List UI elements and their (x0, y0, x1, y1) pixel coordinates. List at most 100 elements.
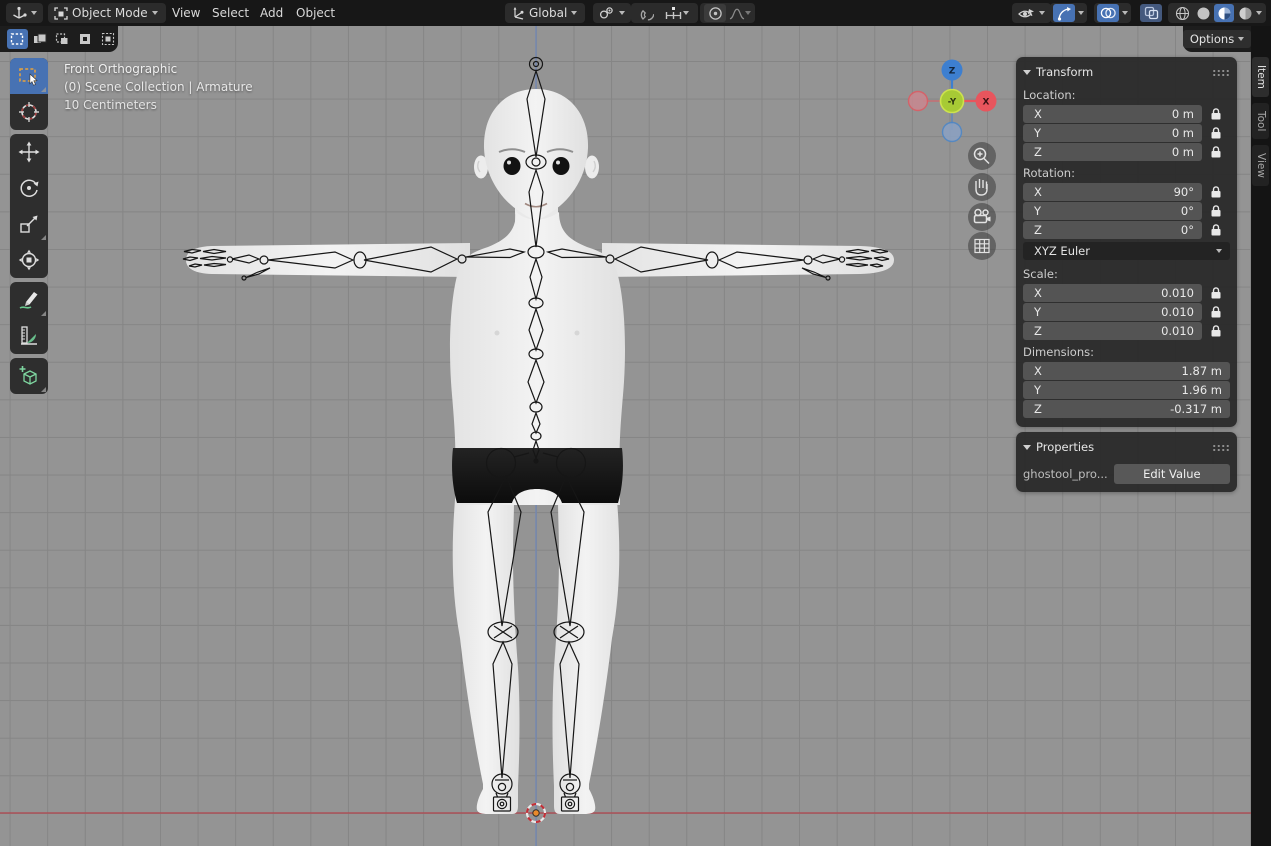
tab-view[interactable]: View (1252, 145, 1269, 186)
overlays-dropdown[interactable] (1122, 11, 1128, 15)
svg-text:-Y: -Y (948, 98, 957, 108)
menu-object[interactable]: Object (288, 0, 343, 26)
rotation-z-lock-icon[interactable] (1202, 224, 1230, 236)
object-mode-icon (54, 7, 68, 20)
location-z-field[interactable]: Z0 m (1023, 143, 1202, 161)
proportional-edit-toggle[interactable] (704, 4, 726, 22)
viewport-header-bar: Object Mode View Select Add Object Globa… (0, 0, 1271, 26)
dimensions-x-field[interactable]: X1.87 m (1023, 362, 1230, 380)
options-button[interactable]: Options (1183, 30, 1251, 48)
3d-cursor-icon (18, 101, 40, 123)
tool-move-button[interactable] (10, 134, 48, 170)
tool-scale-button[interactable] (10, 206, 48, 242)
camera-view-button[interactable] (968, 203, 996, 231)
location-x-lock-icon[interactable] (1202, 108, 1230, 120)
mode-dropdown[interactable]: Object Mode (48, 3, 166, 23)
scale-x-field[interactable]: X0.010 (1023, 284, 1202, 302)
3d-viewport[interactable]: Options Front Orthographic (0) Scene Col… (0, 26, 1251, 846)
tool-cursor-button[interactable] (10, 94, 48, 130)
scale-z-field[interactable]: Z0.010 (1023, 322, 1202, 340)
location-y-field[interactable]: Y0 m (1023, 124, 1202, 142)
select-mode-intersect-button[interactable] (97, 29, 118, 49)
location-y-lock-icon[interactable] (1202, 127, 1230, 139)
menu-view[interactable]: View (164, 0, 208, 26)
rotation-y-lock-icon[interactable] (1202, 205, 1230, 217)
dimensions-x-row: X1.87 m (1023, 362, 1230, 380)
gizmo-minus-y-ball[interactable]: -Y (941, 90, 964, 113)
tab-tool[interactable]: Tool (1252, 103, 1269, 139)
pan-hand-button[interactable] (968, 173, 996, 201)
editor-type-button[interactable] (6, 3, 43, 23)
shading-material-button[interactable] (1214, 4, 1234, 22)
rotation-y-field[interactable]: Y0° (1023, 202, 1202, 220)
rotation-z-field[interactable]: Z0° (1023, 221, 1202, 239)
edit-value-button[interactable]: Edit Value (1114, 464, 1230, 484)
rotation-z-row: Z0° (1023, 221, 1230, 239)
viewport-nav-buttons (968, 142, 996, 260)
zoom-button[interactable] (968, 142, 996, 170)
show-gizmo-toggle[interactable] (1053, 4, 1075, 22)
snap-magnet-toggle[interactable] (635, 4, 657, 22)
tool-transform-button[interactable] (10, 242, 48, 278)
active-object-label: (0) Scene Collection | Armature (64, 78, 253, 96)
drag-handle-icon[interactable] (1212, 444, 1230, 451)
tool-annotate-button[interactable] (10, 282, 48, 318)
drag-handle-icon[interactable] (1212, 69, 1230, 76)
snap-increment-icon (665, 6, 683, 20)
gizmo-minus-z-ball[interactable] (943, 123, 962, 142)
dimensions-y-field[interactable]: Y1.96 m (1023, 381, 1230, 399)
location-x-field[interactable]: X0 m (1023, 105, 1202, 123)
shading-solid-button[interactable] (1193, 4, 1213, 22)
select-mode-set-button[interactable] (7, 29, 28, 49)
tool-rotate-button[interactable] (10, 170, 48, 206)
gizmo-z-ball[interactable]: Z (942, 60, 963, 81)
show-overlays-toggle[interactable] (1097, 4, 1119, 22)
shading-rendered-button[interactable] (1235, 4, 1255, 22)
gizmo-minus-x-ball[interactable] (909, 92, 928, 111)
scale-y-lock-icon[interactable] (1202, 306, 1230, 318)
dimensions-label: Dimensions: (1023, 345, 1230, 359)
transform-panel-header[interactable]: Transform (1023, 61, 1230, 83)
select-box-icon (18, 66, 40, 86)
scale-x-lock-icon[interactable] (1202, 287, 1230, 299)
xray-icon (1144, 6, 1159, 20)
rotation-x-field[interactable]: X90° (1023, 183, 1202, 201)
location-z-lock-icon[interactable] (1202, 146, 1230, 158)
snap-settings-dropdown[interactable] (660, 4, 694, 22)
shading-wireframe-button[interactable] (1172, 4, 1192, 22)
proportional-falloff-dropdown[interactable] (729, 4, 751, 22)
sidebar-n-panel: Transform Location: X0 m Y0 m Z0 m (1016, 57, 1237, 497)
panel-title: Properties (1036, 440, 1094, 454)
move-icon (18, 141, 40, 163)
scale-z-lock-icon[interactable] (1202, 325, 1230, 337)
xray-toggle[interactable] (1140, 4, 1162, 22)
tool-select-box-button[interactable] (10, 58, 48, 94)
scale-z-row: Z0.010 (1023, 322, 1230, 340)
select-mode-invert-button[interactable] (75, 29, 96, 49)
select-mode-subtract-button[interactable] (52, 29, 73, 49)
tool-add-primitive-button[interactable] (10, 358, 48, 394)
rotation-mode-dropdown[interactable]: XYZ Euler (1023, 242, 1230, 260)
rotation-x-lock-icon[interactable] (1202, 186, 1230, 198)
tool-shelf (10, 58, 48, 394)
navigation-gizmo[interactable]: Z X -Y (909, 60, 997, 142)
ortho-grid-button[interactable] (968, 232, 996, 260)
gizmo-x-ball[interactable]: X (976, 91, 997, 112)
select-mode-extend-button[interactable] (30, 29, 51, 49)
shading-dropdown[interactable] (1256, 11, 1262, 15)
menu-select[interactable]: Select (204, 0, 257, 26)
show-object-types-dropdown[interactable] (1012, 3, 1051, 23)
options-tab: Options (1183, 26, 1251, 52)
tool-measure-button[interactable] (10, 318, 48, 354)
character-model[interactable] (186, 89, 894, 814)
properties-panel-header[interactable]: Properties (1023, 436, 1230, 458)
scale-y-field[interactable]: Y0.010 (1023, 303, 1202, 321)
dimensions-z-field[interactable]: Z-0.317 m (1023, 400, 1230, 418)
snap-pivot-button[interactable] (593, 3, 631, 23)
gizmo-dropdown[interactable] (1078, 11, 1084, 15)
menu-add[interactable]: Add (252, 0, 291, 26)
rotation-y-row: Y0° (1023, 202, 1230, 220)
tab-item[interactable]: Item (1252, 57, 1269, 97)
transform-orientation-dropdown[interactable]: Global (505, 3, 585, 23)
properties-panel: Properties ghostool_pro... Edit Value (1016, 432, 1237, 492)
